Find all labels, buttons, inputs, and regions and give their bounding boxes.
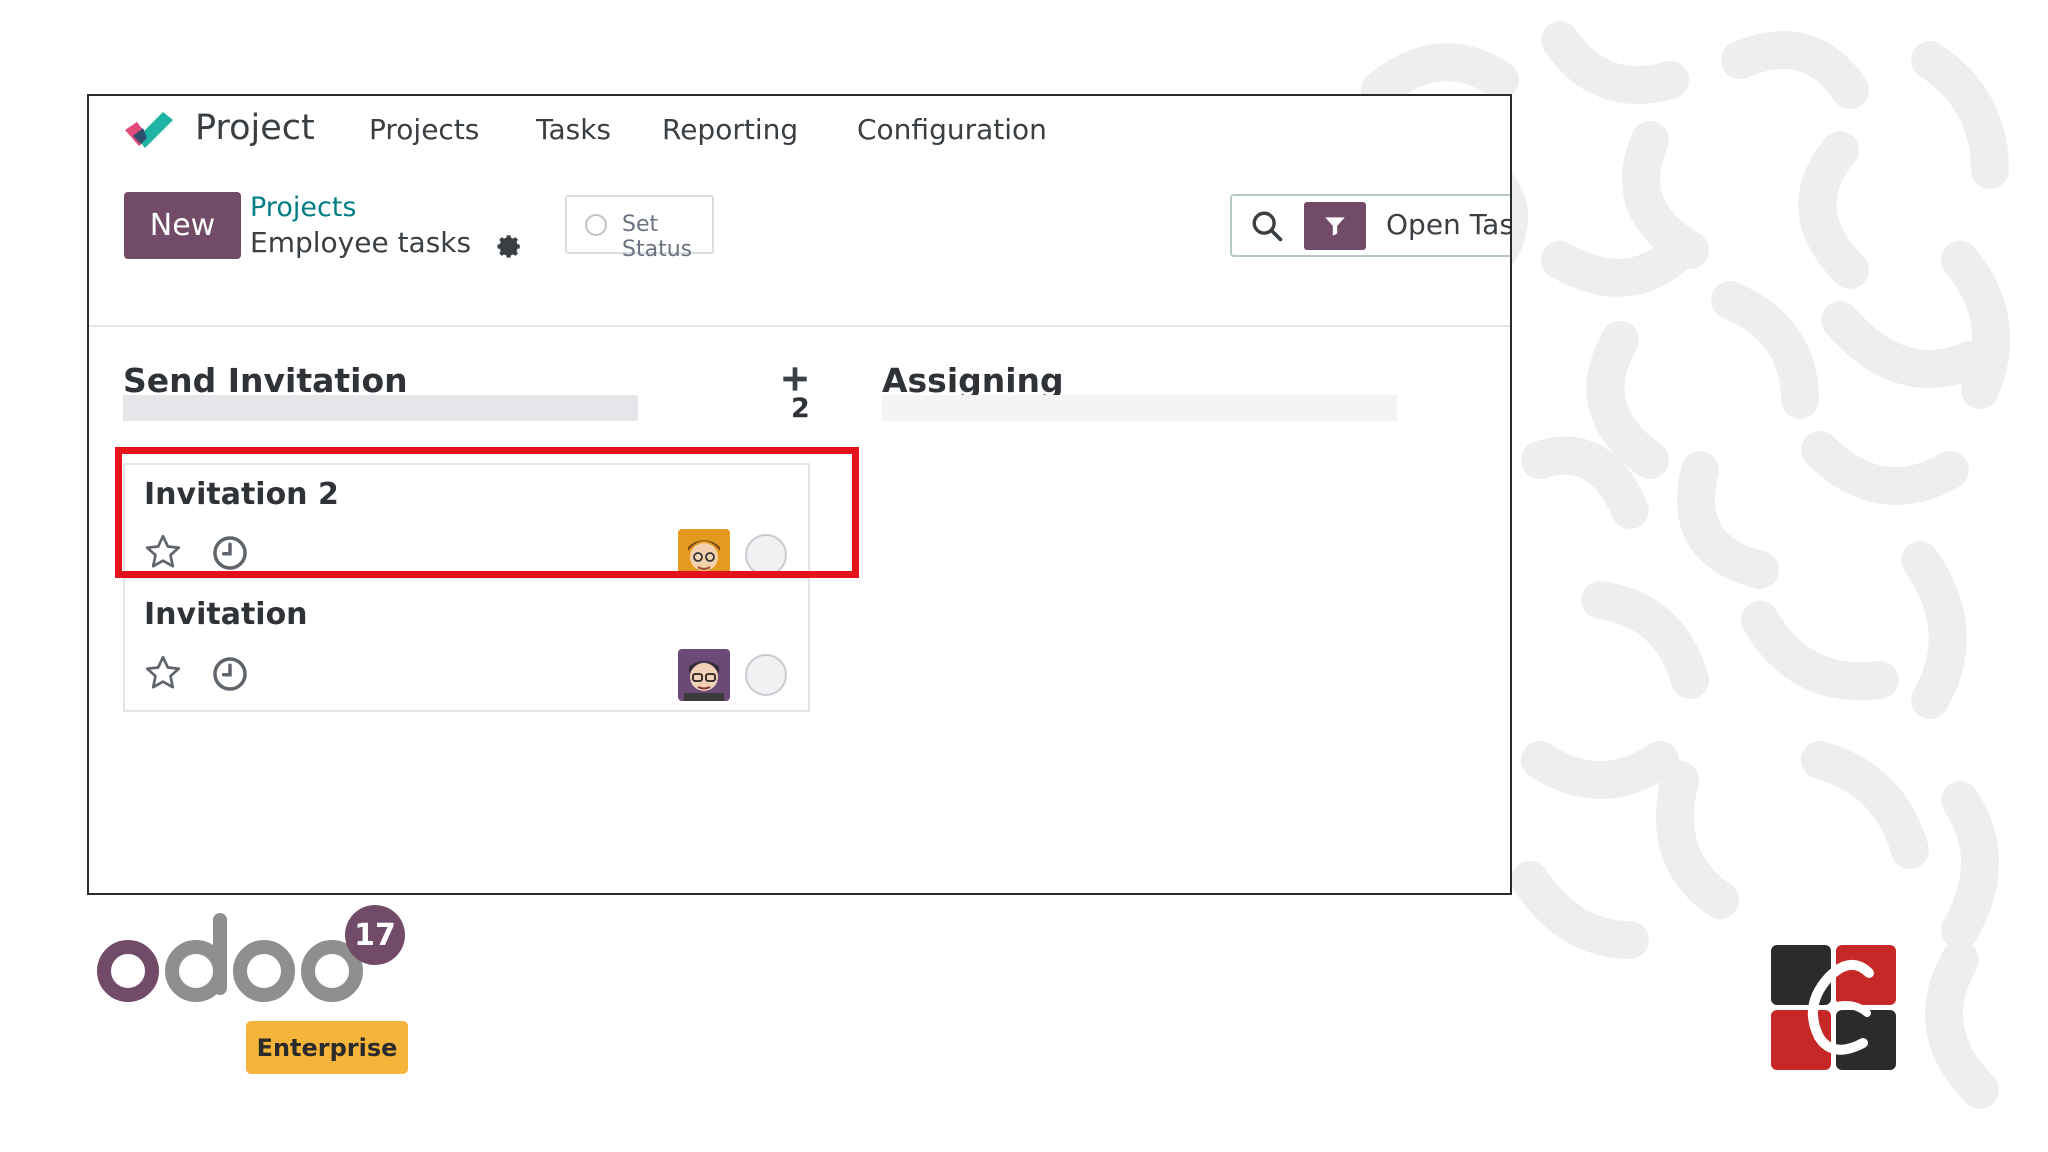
filter-facet[interactable] (1304, 202, 1366, 250)
company-logo (1771, 945, 1896, 1070)
avatar-purple[interactable] (678, 649, 730, 701)
set-status-button[interactable]: Set Status (565, 195, 714, 262)
column-count: 2 (791, 393, 810, 424)
control-panel: New Projects Employee tasks Set Status O… (89, 96, 1510, 327)
search-bar[interactable]: Open Tas (1230, 194, 1510, 257)
edition-badge: Enterprise (246, 1021, 408, 1074)
clock-icon[interactable] (211, 655, 249, 693)
breadcrumb-current: Employee tasks (250, 226, 472, 259)
kanban-view: Send Invitation 2 Invitation 2 Invitatio… (89, 327, 1510, 893)
filter-icon (1325, 217, 1345, 236)
kanban-card[interactable]: Invitation (123, 577, 810, 712)
gear-icon[interactable] (493, 231, 523, 261)
star-icon[interactable] (143, 653, 183, 693)
add-icon[interactable] (781, 365, 809, 393)
card-title: Invitation (144, 597, 308, 632)
state-circle[interactable] (745, 654, 787, 696)
highlight-box (115, 447, 859, 578)
status-radio[interactable] (585, 214, 607, 236)
column-progress-bar[interactable] (123, 395, 638, 421)
set-status-label: Set Status (622, 212, 693, 262)
app-window: Project Projects Tasks Reporting Configu… (87, 94, 1512, 895)
new-button[interactable]: New (124, 192, 241, 259)
version-badge: 17 (345, 905, 405, 965)
column-progress-bar[interactable] (882, 395, 1397, 421)
search-icon[interactable] (1250, 209, 1284, 243)
breadcrumb-projects[interactable]: Projects (250, 192, 356, 223)
facet-label[interactable]: Open Tas (1386, 208, 1510, 241)
